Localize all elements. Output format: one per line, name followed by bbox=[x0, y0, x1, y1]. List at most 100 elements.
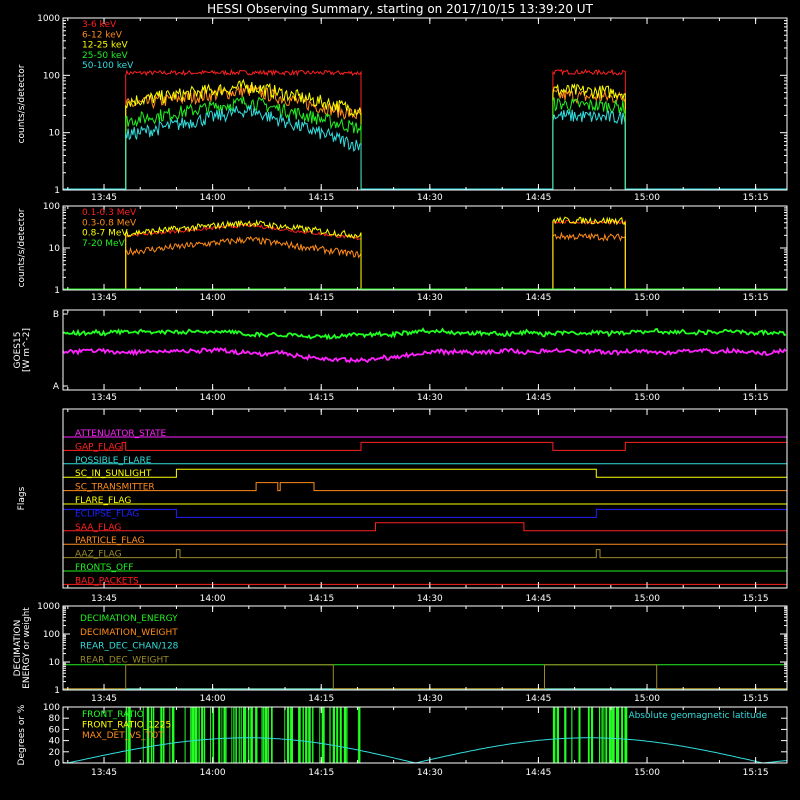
goes-series-line bbox=[62, 327, 787, 341]
front-ratio-bar bbox=[319, 707, 321, 763]
front-ratio-bar bbox=[263, 707, 264, 763]
front-ratio-bar bbox=[591, 707, 594, 763]
series-line-3-6-kev bbox=[63, 68, 787, 190]
legend-entry: REAR_DEC_WEIGHT bbox=[80, 655, 169, 665]
front-ratio-bar bbox=[305, 707, 308, 763]
x-tick-label: 14:15 bbox=[308, 694, 334, 704]
front-ratio-bar bbox=[171, 707, 175, 763]
front-ratio-bar bbox=[255, 707, 258, 763]
y-axis-label: [W m^-2] bbox=[22, 328, 32, 372]
x-tick-label: 15:15 bbox=[743, 694, 769, 704]
front-ratio-bar bbox=[556, 707, 559, 763]
series-line-0-8-7-mev bbox=[63, 216, 787, 290]
x-tick-label: 15:00 bbox=[634, 293, 660, 303]
x-tick-label: 14:30 bbox=[417, 293, 443, 303]
plot-canvas: HESSI Observing Summary, starting on 201… bbox=[13, 2, 788, 778]
x-tick-label: 14:45 bbox=[525, 768, 551, 778]
front-ratio-bar bbox=[605, 707, 608, 763]
front-ratio-bar bbox=[564, 707, 567, 763]
legend-entry: REAR_DEC_CHAN/128 bbox=[80, 642, 179, 652]
y-axis-label: Degrees or % bbox=[17, 704, 27, 765]
x-tick-label: 14:45 bbox=[525, 193, 551, 203]
front-ratio-bar bbox=[264, 707, 268, 763]
front-ratio-bar bbox=[218, 707, 221, 763]
x-tick-label: 14:00 bbox=[200, 594, 226, 604]
x-tick-label: 14:45 bbox=[525, 694, 551, 704]
legend-entry: 0.8-7 MeV bbox=[82, 229, 128, 239]
y-tick-label: 60 bbox=[49, 725, 61, 735]
x-tick-label: 15:15 bbox=[743, 594, 769, 604]
y-axis-label: counts/s/detector bbox=[17, 208, 27, 287]
front-ratio-bar bbox=[608, 707, 612, 763]
y-tick-label: 100 bbox=[43, 630, 60, 640]
front-ratio-bar bbox=[284, 707, 286, 763]
y-axis-label: Flags bbox=[17, 486, 27, 510]
front-ratio-bar bbox=[552, 707, 556, 763]
panel-flags: ATTENUATOR_STATEGAP_FLAGPOSSIBLE_FLARESC… bbox=[17, 409, 787, 604]
x-tick-label: 15:00 bbox=[634, 393, 660, 403]
front-ratio-bar bbox=[221, 707, 223, 763]
x-tick-label: 14:15 bbox=[308, 293, 334, 303]
front-ratio-bar bbox=[190, 707, 192, 763]
front-ratio-bar bbox=[616, 707, 620, 763]
x-tick-label: 15:15 bbox=[743, 393, 769, 403]
front-ratio-bar bbox=[250, 707, 253, 763]
legend-entry: DECIMATION_ENERGY bbox=[80, 614, 178, 624]
legend-entry: 0.1-0.3 MeV bbox=[82, 208, 137, 218]
front-ratio-bar bbox=[231, 707, 233, 763]
series-line-12-25-kev bbox=[63, 78, 787, 190]
panel-frame bbox=[62, 17, 788, 191]
x-tick-label: 14:45 bbox=[525, 393, 551, 403]
front-ratio-bar bbox=[346, 707, 348, 763]
series-line-0-3-0-8-mev bbox=[63, 231, 787, 290]
flag-line bbox=[63, 549, 787, 559]
y-tick-label: 1 bbox=[54, 286, 60, 296]
front-ratio-bar bbox=[169, 707, 171, 763]
legend-entry: 50-100 keV bbox=[82, 61, 134, 71]
y-tick-label: 1 bbox=[54, 686, 60, 696]
x-tick-label: 13:45 bbox=[91, 768, 117, 778]
front-ratio-bar bbox=[225, 707, 227, 763]
legend-entry: 25-50 keV bbox=[82, 51, 128, 61]
front-ratio-bar bbox=[271, 707, 273, 763]
x-tick-label: 14:30 bbox=[417, 393, 443, 403]
front-ratio-bar bbox=[343, 707, 347, 763]
front-ratio-bar bbox=[603, 707, 605, 763]
goes-series-line bbox=[62, 346, 787, 364]
panel-frame bbox=[62, 408, 788, 589]
legend-entry: 0.3-0.8 MeV bbox=[82, 218, 137, 228]
y-tick-label: 100 bbox=[43, 202, 60, 212]
x-tick-label: 13:45 bbox=[91, 193, 117, 203]
flag-line bbox=[63, 522, 787, 532]
front-ratio-bar bbox=[302, 707, 304, 763]
front-ratio-bar bbox=[267, 707, 269, 763]
panel-gamma: 1 10 100 13:45 14:00 14:15 14:30 14:45 15:00 15:1… bbox=[17, 202, 787, 303]
series-line-6-12-kev bbox=[63, 84, 787, 190]
front-ratio-bar bbox=[210, 707, 211, 763]
front-ratio-bar bbox=[587, 707, 590, 763]
front-ratio-bar bbox=[240, 707, 242, 763]
front-ratio-bar bbox=[329, 707, 331, 763]
front-ratio-bar bbox=[298, 707, 301, 763]
front-ratio-bar bbox=[601, 707, 603, 763]
front-ratio-bar bbox=[223, 707, 226, 763]
front-ratio-bar bbox=[195, 707, 198, 763]
x-tick-label: 14:00 bbox=[200, 293, 226, 303]
panel-goes: BA13:45 14:00 14:15 14:30 14:45 15:00 15:15GOE… bbox=[13, 310, 787, 403]
front-ratio-bar bbox=[247, 707, 250, 763]
front-ratio-bar bbox=[578, 707, 581, 763]
y-tick-label: 1000 bbox=[37, 14, 60, 24]
x-tick-label: 15:15 bbox=[743, 768, 769, 778]
front-ratio-bar bbox=[621, 707, 624, 763]
front-ratio-bar bbox=[233, 707, 235, 763]
x-tick-label: 13:45 bbox=[91, 393, 117, 403]
x-tick-label: 14:30 bbox=[417, 193, 443, 203]
x-tick-label: 13:45 bbox=[91, 594, 117, 604]
front-ratio-bar bbox=[243, 707, 247, 763]
geomagnetic-latitude-line bbox=[62, 737, 788, 764]
panel-xray-low: 1 10 100 1000 13:45 14:00 14:15 14:30 14:45 15:00… bbox=[17, 14, 787, 203]
x-tick-label: 15:00 bbox=[634, 193, 660, 203]
x-tick-label: 15:00 bbox=[634, 694, 660, 704]
legend-entry: 3-6 keV bbox=[82, 20, 117, 30]
x-tick-label: 14:15 bbox=[308, 768, 334, 778]
